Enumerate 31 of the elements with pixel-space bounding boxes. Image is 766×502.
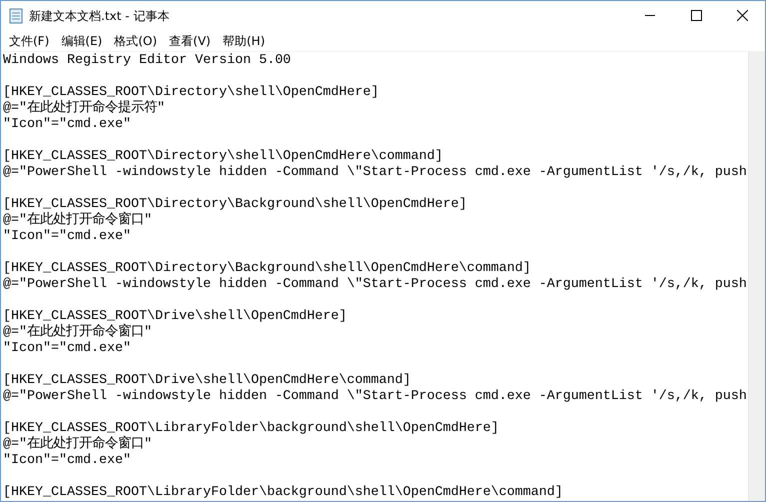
text-line: @="在此处打开命令窗口" xyxy=(3,213,152,229)
text-line: @="在此处打开命令提示符" xyxy=(3,101,165,117)
menu-item[interactable]: 查看(V) xyxy=(163,30,217,50)
window-title: 新建文本文档.txt - 记事本 xyxy=(29,8,170,24)
text-line: @="在此处打开命令窗口" xyxy=(3,437,152,453)
close-icon xyxy=(736,10,748,21)
menu-item[interactable]: 文件(F) xyxy=(3,30,56,50)
text-line: [HKEY_CLASSES_ROOT\Drive\shell\OpenCmdHere] xyxy=(3,309,347,324)
text-line: [HKEY_CLASSES_ROOT\Directory\Background\shell\OpenCmdHere] xyxy=(3,197,467,212)
menu-item[interactable]: 帮助(H) xyxy=(216,30,271,50)
menu-item[interactable]: 格式(O) xyxy=(108,30,164,50)
text-line: "Icon"="cmd.exe" xyxy=(3,117,131,133)
menu-item[interactable]: 编辑(E) xyxy=(55,30,108,50)
text-line: [HKEY_CLASSES_ROOT\Directory\shell\OpenCmdHere\command] xyxy=(3,149,443,165)
text-line: "Icon"="cmd.exe" xyxy=(3,341,131,357)
text-line: [HKEY_CLASSES_ROOT\Directory\Background\shell\OpenCmdHere\command] xyxy=(3,261,531,277)
notepad-icon xyxy=(9,8,23,24)
minimize-icon xyxy=(645,15,655,16)
text-line: "Icon"="cmd.exe" xyxy=(3,229,131,245)
text-line: [HKEY_CLASSES_ROOT\LibraryFolder\background\shell\OpenCmdHere] xyxy=(3,421,499,436)
scrollbar[interactable] xyxy=(748,52,765,501)
text-line: @="PowerShell -windowstyle hidden -Command \"Start-Process cmd.exe -ArgumentList '/s,/k, push xyxy=(3,277,747,293)
text-line: "Icon"="cmd.exe" xyxy=(3,453,131,469)
text-line: @="在此处打开命令窗口" xyxy=(3,325,152,341)
maximize-icon xyxy=(690,10,702,21)
text-line: [HKEY_CLASSES_ROOT\Directory\shell\OpenCmdHere] xyxy=(3,85,379,100)
text-line: Windows Registry Editor Version 5.00 xyxy=(3,53,291,69)
text-line: @="PowerShell -windowstyle hidden -Command \"Start-Process cmd.exe -ArgumentList '/s,/k, push xyxy=(3,389,747,405)
text-line: [HKEY_CLASSES_ROOT\Drive\shell\OpenCmdHere\command] xyxy=(3,373,411,389)
text-line: @="PowerShell -windowstyle hidden -Command \"Start-Process cmd.exe -ArgumentList '/s,/k, push xyxy=(3,165,747,181)
text-line: [HKEY_CLASSES_ROOT\LibraryFolder\background\shell\OpenCmdHere\command] xyxy=(3,485,563,501)
